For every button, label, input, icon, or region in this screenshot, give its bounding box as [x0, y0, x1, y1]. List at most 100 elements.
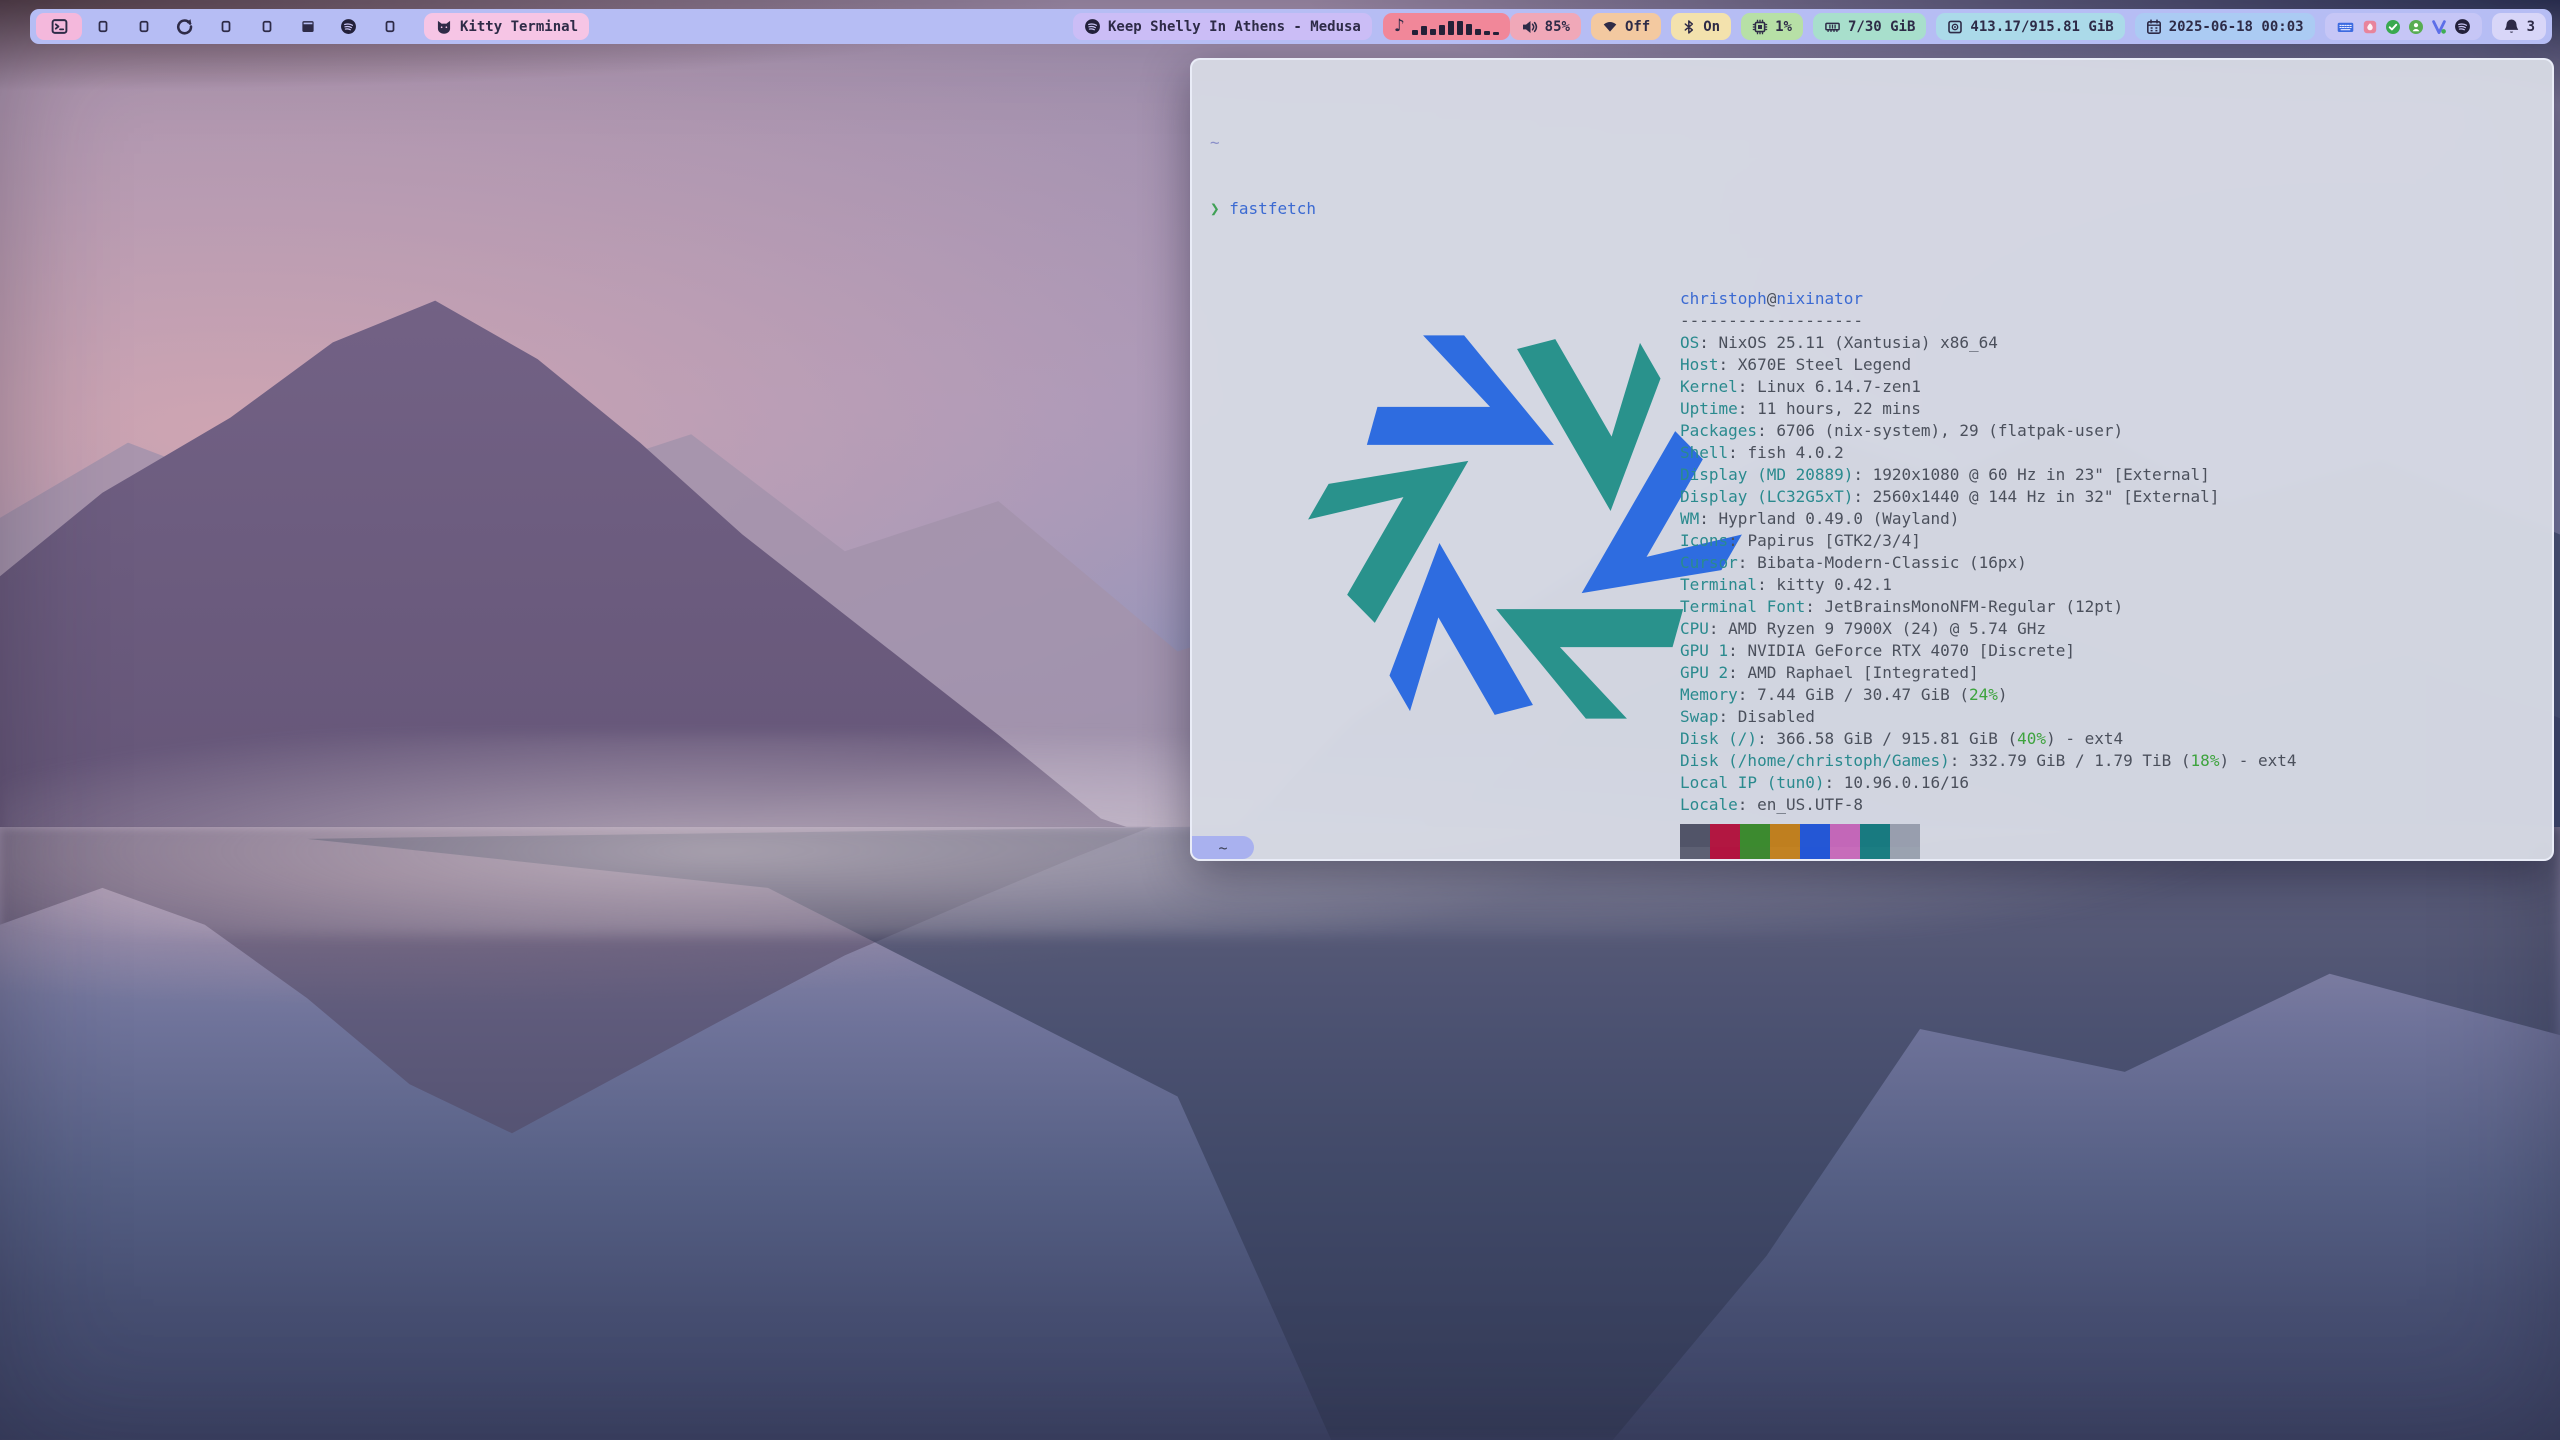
module-network-value: Off — [1625, 19, 1650, 35]
kitty-tab[interactable]: ~ — [1192, 836, 1254, 859]
module-disk-value: 413.17/915.81 GiB — [1970, 19, 2113, 35]
spotify-icon — [1084, 18, 1101, 35]
fastfetch-line: Cursor: Bibata-Modern-Classic (16px) — [1680, 552, 2552, 574]
check-circle-icon[interactable] — [2385, 19, 2401, 35]
module-clock[interactable]: 2025-06-18 00:03 — [2135, 13, 2315, 40]
module-network[interactable]: Off — [1591, 13, 1661, 40]
keyboard-icon[interactable] — [2336, 19, 2355, 35]
app-window-icon — [260, 19, 274, 34]
system-tray — [2325, 13, 2482, 40]
green-dot-icon[interactable] — [2408, 19, 2424, 35]
app-window-icon — [219, 19, 233, 34]
fastfetch-line: ------------------- — [1680, 310, 2552, 332]
vesktop-icon[interactable] — [2431, 19, 2447, 35]
speaker-icon — [1521, 19, 1538, 35]
browser-refresh-icon — [176, 18, 193, 35]
app-window-icon — [383, 19, 397, 34]
active-window-title[interactable]: Kitty Terminal — [424, 13, 589, 40]
viz-bar — [1475, 29, 1481, 35]
ram-icon — [1824, 19, 1841, 35]
app-window-icon — [96, 19, 110, 34]
fastfetch-line: Shell: fish 4.0.2 — [1680, 442, 2552, 464]
flameshot-icon[interactable] — [2362, 19, 2378, 35]
viz-bar — [1493, 32, 1499, 35]
workspace-4[interactable] — [164, 13, 205, 40]
workspace-1[interactable] — [36, 13, 82, 40]
viz-bar — [1439, 25, 1445, 35]
module-memory[interactable]: 7/30 GiB — [1813, 13, 1926, 40]
fastfetch-line: Locale: en_US.UTF-8 — [1680, 794, 2552, 816]
module-bluetooth[interactable]: On — [1671, 13, 1731, 40]
prompt-path: ~ — [1210, 133, 1220, 152]
window-title-label: Kitty Terminal — [460, 19, 578, 35]
fastfetch-line: Packages: 6706 (nix-system), 29 (flatpak… — [1680, 420, 2552, 442]
fastfetch-line: Kernel: Linux 6.14.7-zen1 — [1680, 376, 2552, 398]
viz-bar — [1448, 21, 1454, 35]
desktop: Kitty Terminal Keep Shelly In Athens - M… — [0, 0, 2560, 1440]
fastfetch-line: Icons: Papirus [GTK2/3/4] — [1680, 530, 2552, 552]
terminal-content: ~ ❯ fastfetch christoph@nixinator-------… — [1192, 60, 2552, 861]
notification-count: 3 — [2527, 19, 2535, 35]
fastfetch-line: Swap: Disabled — [1680, 706, 2552, 728]
fastfetch-line: Terminal Font: JetBrainsMonoNFM-Regular … — [1680, 596, 2552, 618]
viz-bar — [1430, 29, 1436, 35]
module-volume-value: 85% — [1545, 19, 1570, 35]
fastfetch-line: Disk (/home/christoph/Games): 332.79 GiB… — [1680, 750, 2552, 772]
module-bluetooth-value: On — [1703, 19, 1720, 35]
module-disk[interactable]: 413.17/915.81 GiB — [1936, 13, 2124, 40]
workspaces — [36, 9, 410, 44]
fastfetch-line: Display (MD 20889): 1920x1080 @ 60 Hz in… — [1680, 464, 2552, 486]
workspace-6[interactable] — [246, 13, 287, 40]
workspace-9[interactable] — [369, 13, 410, 40]
prompt-symbol: ❯ — [1210, 199, 1220, 218]
viz-bar — [1421, 26, 1427, 35]
fastfetch-line: Display (LC32G5xT): 2560x1440 @ 144 Hz i… — [1680, 486, 2552, 508]
audio-visualizer-module[interactable]: ♪ — [1383, 13, 1510, 40]
workspace-7[interactable] — [287, 13, 328, 40]
fastfetch-line: GPU 1: NVIDIA GeForce RTX 4070 [Discrete… — [1680, 640, 2552, 662]
fastfetch-line: Disk (/): 366.58 GiB / 915.81 GiB (40%) … — [1680, 728, 2552, 750]
music-note-icon: ♪ — [1394, 18, 1405, 35]
bar-center-group: Keep Shelly In Athens - Medusa ♪ — [1073, 13, 1510, 40]
workspace-8[interactable] — [328, 13, 369, 40]
viz-bar — [1412, 30, 1418, 35]
fastfetch-line: Host: X670E Steel Legend — [1680, 354, 2552, 376]
top-bar: Kitty Terminal Keep Shelly In Athens - M… — [30, 9, 2552, 44]
module-clock-value: 2025-06-18 00:03 — [2169, 19, 2304, 35]
app-window-icon — [137, 19, 151, 34]
visualizer-bars — [1412, 18, 1499, 35]
fastfetch-info: christoph@nixinator-------------------OS… — [1680, 278, 2552, 861]
notifications-module[interactable]: 3 — [2492, 13, 2546, 40]
wifi-icon — [1602, 19, 1618, 34]
workspace-5[interactable] — [205, 13, 246, 40]
terminal-icon — [51, 18, 68, 35]
fastfetch-line: CPU: AMD Ryzen 9 7900X (24) @ 5.74 GHz — [1680, 618, 2552, 640]
kitty-terminal-window[interactable]: ~ ❯ fastfetch christoph@nixinator-------… — [1190, 58, 2554, 861]
fastfetch-output: christoph@nixinator-------------------OS… — [1210, 278, 2552, 861]
kitty-tab-bar: ~ — [1192, 836, 2552, 859]
command-text: fastfetch — [1229, 199, 1316, 218]
cpu-icon — [1752, 19, 1768, 35]
workspace-2[interactable] — [82, 13, 123, 40]
module-volume[interactable]: 85% — [1510, 13, 1581, 40]
fastfetch-line: Local IP (tun0): 10.96.0.16/16 — [1680, 772, 2552, 794]
fastfetch-line: GPU 2: AMD Raphael [Integrated] — [1680, 662, 2552, 684]
fastfetch-line: Terminal: kitty 0.42.1 — [1680, 574, 2552, 596]
bar-right-group: 85% Off On 1% 7/30 GiB 413.17/915.81 GiB 2025-… — [1510, 13, 2546, 40]
fastfetch-line: Memory: 7.44 GiB / 30.47 GiB (24%) — [1680, 684, 2552, 706]
viz-bar — [1457, 21, 1463, 35]
nixos-snowflake-logo — [1210, 278, 1680, 861]
drive-icon — [1947, 19, 1963, 35]
workspace-3[interactable] — [123, 13, 164, 40]
fastfetch-line: Uptime: 11 hours, 22 mins — [1680, 398, 2552, 420]
calendar-icon — [2146, 19, 2162, 35]
media-track-label: Keep Shelly In Athens - Medusa — [1108, 19, 1361, 35]
viz-bar — [1466, 24, 1472, 35]
spotify-icon[interactable] — [2454, 18, 2471, 35]
cat-icon — [435, 19, 453, 35]
dark-window-icon — [300, 19, 316, 34]
tab-label: ~ — [1218, 837, 1227, 859]
media-player-module[interactable]: Keep Shelly In Athens - Medusa — [1073, 13, 1372, 40]
viz-bar — [1484, 31, 1490, 35]
module-cpu[interactable]: 1% — [1741, 13, 1803, 40]
